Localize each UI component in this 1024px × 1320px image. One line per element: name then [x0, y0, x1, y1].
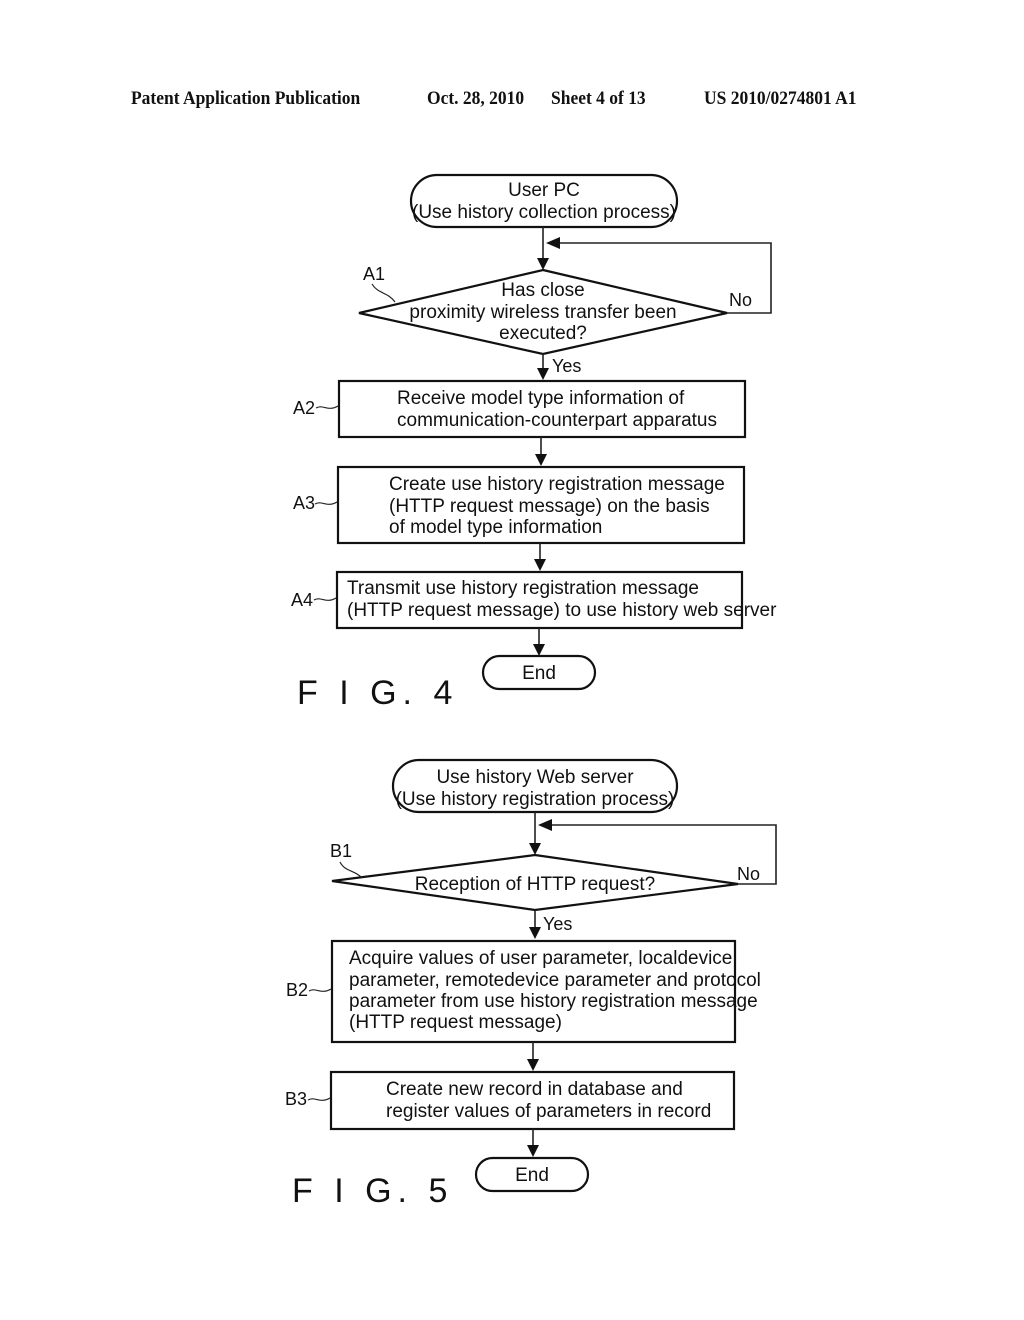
- arrow-down-icon: [533, 644, 545, 656]
- arrow-down-icon: [535, 454, 547, 466]
- leader-line: [315, 405, 339, 409]
- process-line: Transmit use history registration messag…: [347, 578, 699, 599]
- process-B2: Acquire values of user parameter, locald…: [286, 939, 761, 1044]
- step-id-label: A4: [291, 590, 313, 610]
- process-line: of model type information: [389, 517, 602, 538]
- process-line: Acquire values of user parameter, locald…: [349, 948, 732, 969]
- terminator-line: (Use history registration process): [396, 789, 675, 810]
- process-line: (HTTP request message) on the basis: [389, 496, 710, 517]
- leader-line: [314, 501, 338, 505]
- leader-line: [339, 861, 363, 879]
- arrow-left-icon: [538, 819, 552, 831]
- decision-B1: Reception of HTTP request? No B1: [330, 841, 760, 912]
- leader-line: [313, 597, 337, 601]
- fig4-flowchart: User PC (Use history collection process)…: [291, 173, 777, 712]
- arrow-down-icon: [527, 1059, 539, 1071]
- step-id-label: A2: [293, 398, 315, 418]
- process-A3: Create use history registration message …: [293, 465, 746, 545]
- arrow-left-icon: [546, 237, 560, 249]
- process-B3: Create new record in database and regist…: [285, 1070, 736, 1131]
- decision-A1: Has close proximity wireless transfer be…: [358, 264, 752, 356]
- terminator-line: (Use history collection process): [412, 202, 676, 223]
- decision-line: proximity wireless transfer been: [409, 302, 676, 323]
- arrow-down-icon: [537, 258, 549, 270]
- decision-line: executed?: [499, 323, 587, 344]
- terminator-line: End: [515, 1165, 549, 1186]
- yes-label: Yes: [543, 914, 572, 934]
- process-line: Create new record in database and: [386, 1079, 683, 1100]
- no-label: No: [729, 290, 752, 310]
- arrow-down-icon: [529, 843, 541, 855]
- arrow-down-icon: [527, 1145, 539, 1157]
- process-line: register values of parameters in record: [386, 1101, 711, 1122]
- arrow-down-icon: [534, 559, 546, 571]
- terminator-line: User PC: [508, 180, 580, 201]
- step-id-label: B2: [286, 980, 308, 1000]
- terminator-line: Use history Web server: [436, 767, 634, 788]
- process-line: parameter from use history registration …: [349, 991, 758, 1012]
- fig4-start-terminator: User PC (Use history collection process): [409, 173, 679, 229]
- leader-line: [307, 1097, 331, 1101]
- process-line: Create use history registration message: [389, 474, 725, 495]
- process-line: Receive model type information of: [397, 388, 685, 409]
- arrow-down-icon: [529, 927, 541, 939]
- decision-line: Reception of HTTP request?: [415, 874, 655, 895]
- leader-line: [308, 988, 332, 992]
- fig5-flowchart: Use history Web server (Use history regi…: [285, 758, 777, 1210]
- flowchart-diagrams: User PC (Use history collection process)…: [285, 173, 777, 1210]
- process-A4: Transmit use history registration messag…: [291, 570, 777, 630]
- decision-line: Has close: [501, 280, 584, 301]
- no-label: No: [737, 864, 760, 884]
- step-id-label: B3: [285, 1089, 307, 1109]
- process-A2: Receive model type information of commun…: [293, 379, 747, 439]
- fig5-start-terminator: Use history Web server (Use history regi…: [391, 758, 679, 814]
- figure-caption: F I G. 4: [297, 674, 458, 712]
- figure-caption: F I G. 5: [292, 1172, 453, 1210]
- terminator-line: End: [522, 663, 556, 684]
- process-line: (HTTP request message): [349, 1012, 562, 1033]
- fig5-end-terminator: End: [474, 1156, 590, 1193]
- step-id-label: B1: [330, 841, 352, 861]
- process-line: communication-counterpart apparatus: [397, 410, 717, 431]
- process-line: parameter, remotedevice parameter and pr…: [349, 970, 761, 991]
- yes-label: Yes: [552, 356, 581, 376]
- arrow-down-icon: [537, 368, 549, 380]
- step-id-label: A3: [293, 493, 315, 513]
- leader-line: [371, 283, 396, 303]
- fig4-end-terminator: End: [481, 654, 597, 691]
- process-line: (HTTP request message) to use history we…: [347, 600, 777, 621]
- step-id-label: A1: [363, 264, 385, 284]
